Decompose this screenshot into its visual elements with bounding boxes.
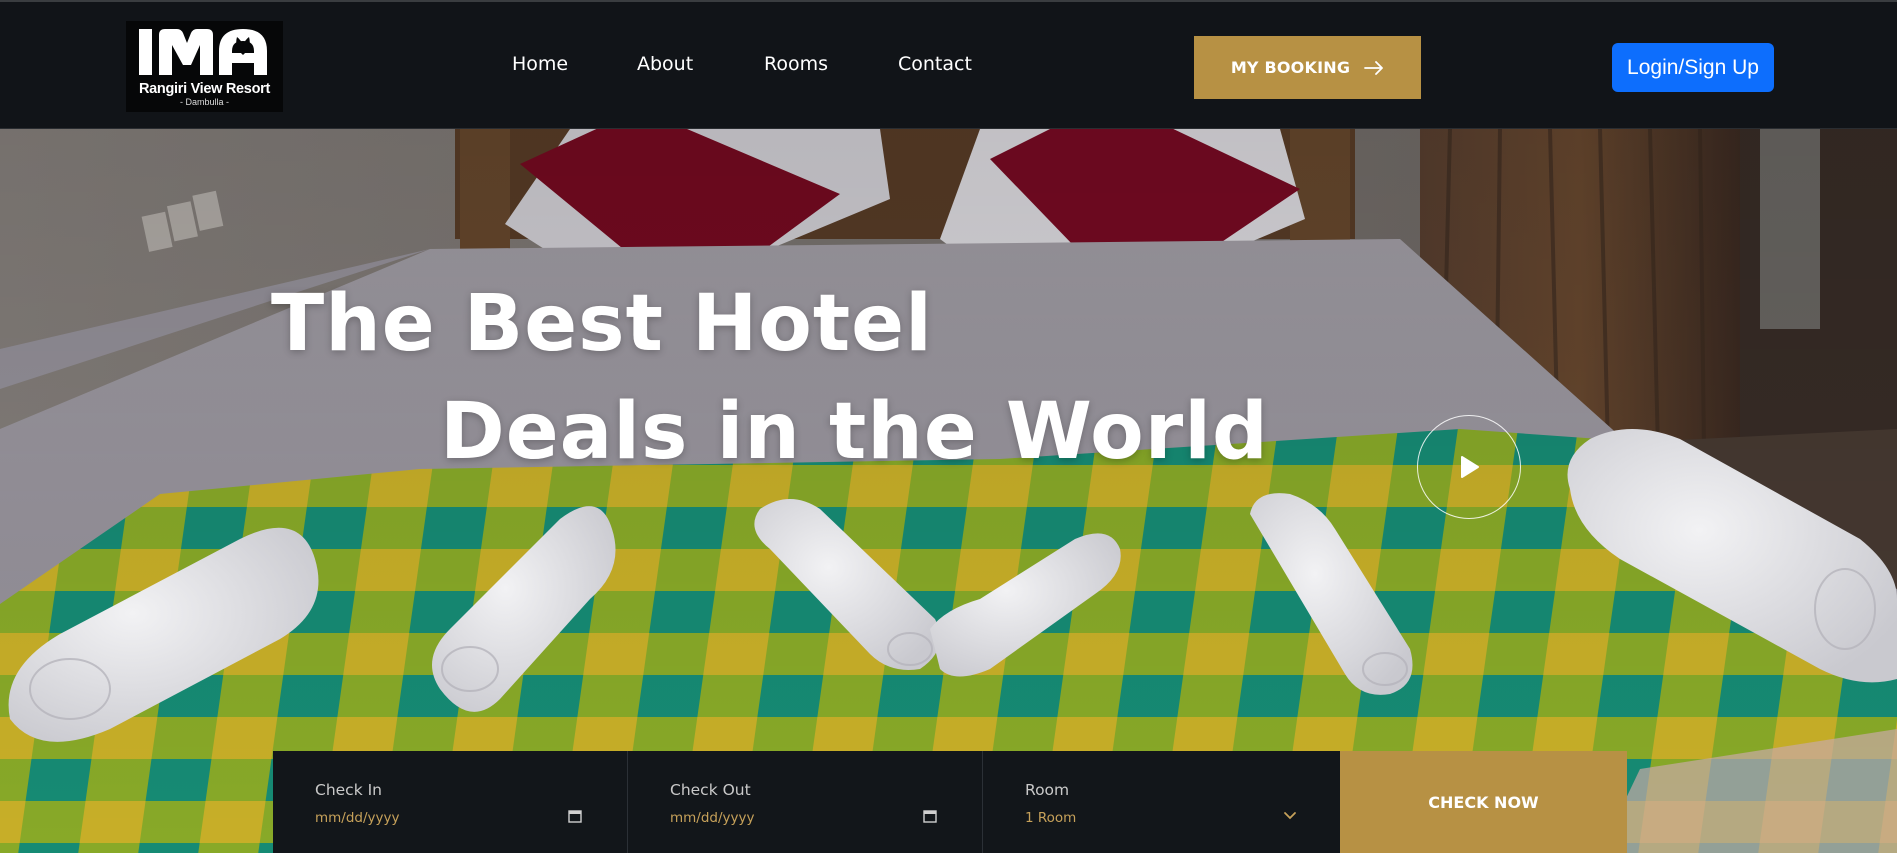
calendar-icon[interactable] bbox=[568, 809, 582, 823]
play-video-button[interactable] bbox=[1417, 415, 1521, 519]
hero-title-line1: The Best Hotel bbox=[271, 279, 933, 369]
booking-form: Check In mm/dd/yyyy Check Out mm/dd/yyyy… bbox=[273, 751, 1627, 853]
nav-home-link[interactable]: Home bbox=[512, 53, 568, 75]
check-in-label: Check In bbox=[315, 781, 383, 799]
my-booking-label: MY BOOKING bbox=[1230, 58, 1351, 77]
hero-title-line2: Deals in the World bbox=[440, 387, 1269, 477]
login-signup-button[interactable]: Login/Sign Up bbox=[1612, 43, 1774, 92]
hero-section: The Best Hotel Deals in the World bbox=[0, 129, 1897, 853]
logo-mark bbox=[138, 29, 267, 75]
chevron-down-icon[interactable] bbox=[1283, 811, 1297, 821]
hero-background-image bbox=[0, 129, 1897, 853]
arrow-right-icon bbox=[1364, 60, 1384, 75]
brand-name: Rangiri View Resort bbox=[138, 81, 271, 97]
check-now-button[interactable]: CHECK NOW bbox=[1340, 751, 1627, 853]
check-in-field[interactable]: Check In mm/dd/yyyy bbox=[273, 751, 628, 853]
nav-about-link[interactable]: About bbox=[637, 53, 693, 75]
check-out-field[interactable]: Check Out mm/dd/yyyy bbox=[628, 751, 983, 853]
room-field[interactable]: Room 1 Room bbox=[983, 751, 1340, 853]
logo[interactable]: Rangiri View Resort - Dambulla - bbox=[126, 21, 283, 112]
check-out-label: Check Out bbox=[670, 781, 751, 799]
brand-location: - Dambulla - bbox=[179, 97, 229, 107]
check-now-label: CHECK NOW bbox=[1428, 792, 1539, 812]
nav-contact-link[interactable]: Contact bbox=[898, 53, 972, 75]
login-signup-label: Login/Sign Up bbox=[1627, 55, 1759, 79]
site-header: Rangiri View Resort - Dambulla - Home Ab… bbox=[0, 0, 1897, 129]
my-booking-button[interactable]: MY BOOKING bbox=[1194, 36, 1421, 99]
nav-rooms-link[interactable]: Rooms bbox=[764, 53, 828, 75]
calendar-icon[interactable] bbox=[923, 809, 937, 823]
room-label: Room bbox=[1025, 781, 1070, 799]
play-icon bbox=[1461, 456, 1479, 478]
